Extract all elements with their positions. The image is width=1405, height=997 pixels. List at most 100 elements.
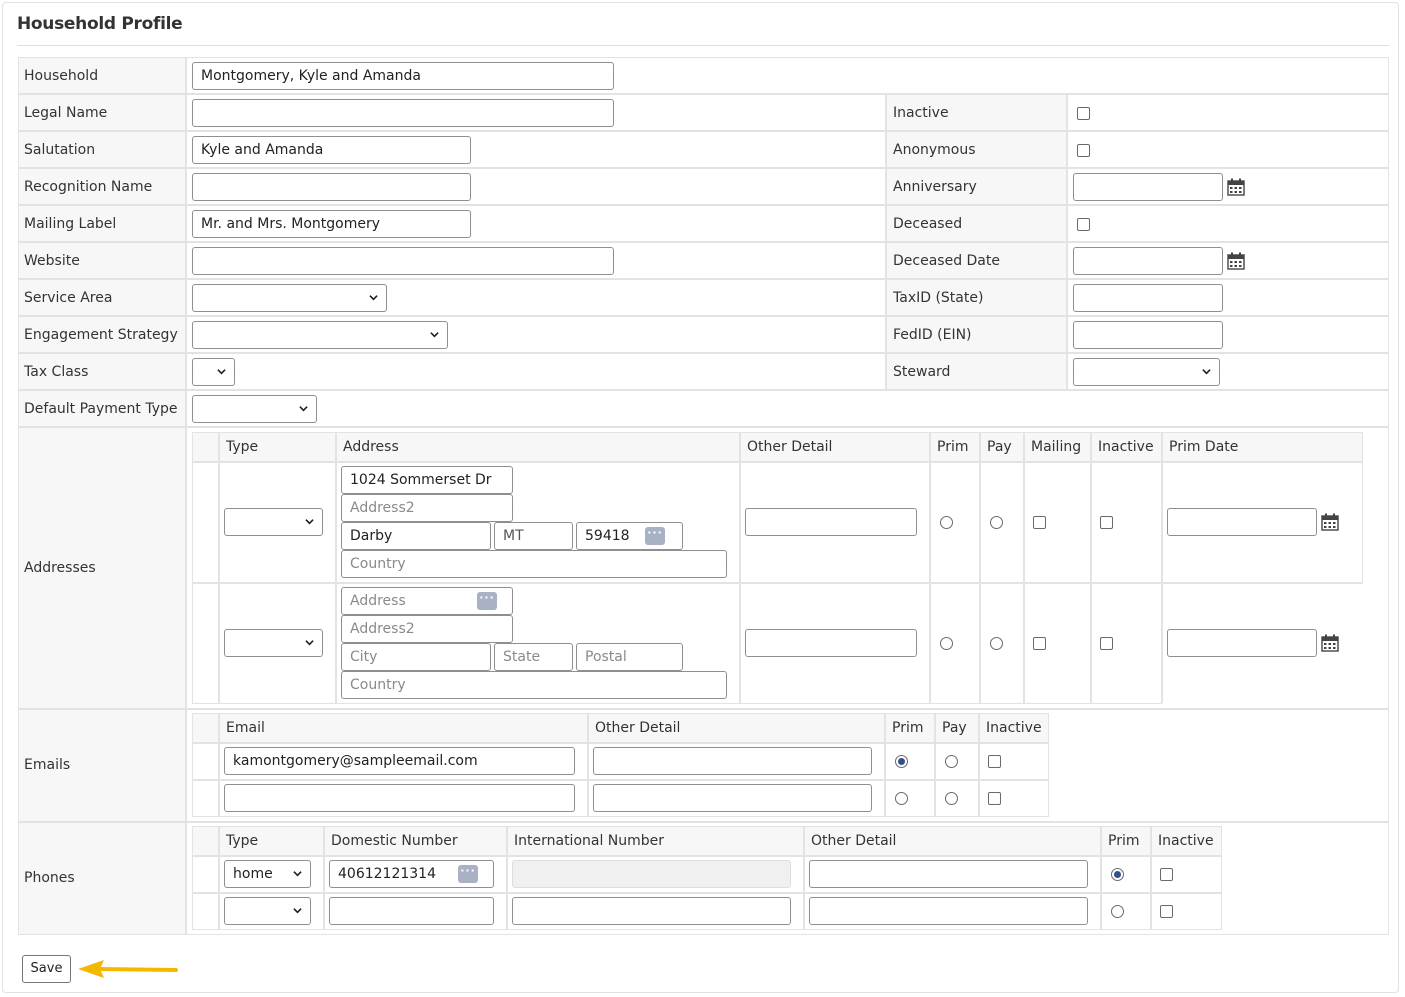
address-row-1-postal-input[interactable]: 59418 — [576, 522, 683, 550]
address-row-1-inactive-checkbox[interactable] — [1100, 516, 1113, 529]
email-row-2-other-detail-input[interactable] — [593, 784, 872, 812]
email-row-2-prim-radio[interactable] — [895, 792, 908, 805]
address-row-1-type-select[interactable] — [224, 508, 323, 536]
address-row-2-address2-input[interactable]: Address2 — [341, 615, 513, 643]
inactive-label: Inactive — [886, 94, 1067, 131]
salutation-input[interactable]: Kyle and Amanda — [192, 136, 471, 164]
address-row-2-prim-date-input[interactable] — [1167, 629, 1317, 657]
email-col-pay: Pay — [935, 713, 979, 743]
email-row-1-email-input[interactable]: kamontgomery@sampleemail.com — [224, 747, 575, 775]
address-row-2-country-input[interactable]: Country — [341, 671, 727, 699]
fedid-label: FedID (EIN) — [886, 316, 1067, 353]
default-payment-type-cell — [186, 390, 1389, 427]
phone-row-2-type-select[interactable] — [224, 897, 311, 925]
ellipsis-lookup-icon[interactable]: ··· — [645, 527, 665, 545]
email-row-1-pay-radio[interactable] — [945, 755, 958, 768]
address-row-2-city-input[interactable]: City — [341, 643, 491, 671]
deceased-date-input[interactable] — [1073, 247, 1223, 275]
steward-select[interactable] — [1073, 358, 1220, 386]
address-row-1-address2-input[interactable]: Address2 — [341, 494, 513, 522]
ellipsis-lookup-icon[interactable]: ··· — [458, 865, 478, 883]
address-row-2-prim-radio[interactable] — [940, 637, 953, 650]
taxid-state-input[interactable] — [1073, 284, 1223, 312]
service-area-label: Service Area — [18, 279, 186, 316]
email-row-2-pay-radio[interactable] — [945, 792, 958, 805]
address-row-2-state-input[interactable]: State — [494, 643, 573, 671]
annotation-arrow-icon — [78, 960, 178, 978]
address-row-2-mailing-checkbox[interactable] — [1033, 637, 1046, 650]
anniversary-input[interactable] — [1073, 173, 1223, 201]
phone-row-2-inactive-checkbox[interactable] — [1160, 905, 1173, 918]
phone-row-2-domestic-input[interactable] — [329, 897, 494, 925]
address-row-1-address1-input[interactable]: 1024 Sommerset Dr — [341, 466, 513, 494]
legal-name-input[interactable] — [192, 99, 614, 127]
anonymous-label: Anonymous — [886, 131, 1067, 168]
calendar-icon[interactable] — [1321, 513, 1339, 531]
address-row-2-postal-input[interactable]: Postal — [576, 643, 683, 671]
phone-row-2-other-detail-input[interactable] — [809, 897, 1088, 925]
email-col-email: Email — [219, 713, 588, 743]
phone-col-international: International Number — [507, 826, 804, 856]
calendar-icon[interactable] — [1227, 252, 1245, 270]
address-col-mailing: Mailing — [1024, 432, 1091, 462]
address-row-1-city-input[interactable]: Darby — [341, 522, 491, 550]
chevron-down-icon — [305, 519, 314, 525]
phone-row-1-type-select[interactable]: home — [224, 860, 311, 888]
engagement-strategy-select[interactable] — [192, 321, 448, 349]
phone-row-1-inactive-checkbox[interactable] — [1160, 868, 1173, 881]
addresses-label: Addresses — [18, 427, 186, 709]
address-col-prim-date: Prim Date — [1162, 432, 1363, 462]
fedid-input[interactable] — [1073, 321, 1223, 349]
phone-col-prim: Prim — [1101, 826, 1151, 856]
service-area-select[interactable] — [192, 284, 387, 312]
chevron-down-icon — [369, 295, 378, 301]
household-label: Household — [18, 57, 186, 94]
tax-class-select[interactable] — [192, 358, 235, 386]
email-row-1-other-detail-input[interactable] — [593, 747, 872, 775]
tax-class-cell — [186, 353, 886, 390]
default-payment-type-label: Default Payment Type — [18, 390, 186, 427]
address-row-2-inactive-checkbox[interactable] — [1100, 637, 1113, 650]
website-label: Website — [18, 242, 186, 279]
address-row-2-other-detail-input[interactable] — [745, 629, 917, 657]
address-row-1-prim-date-input[interactable] — [1167, 508, 1317, 536]
email-row-2-inactive-checkbox[interactable] — [988, 792, 1001, 805]
phone-row-1-prim-radio[interactable] — [1111, 868, 1124, 881]
phone-row-1-type-value: home — [233, 866, 273, 882]
phone-row-2-spacer — [192, 893, 219, 930]
chevron-down-icon — [299, 406, 308, 412]
website-input[interactable] — [192, 247, 614, 275]
address-row-2-pay-radio[interactable] — [990, 637, 1003, 650]
phone-row-2-international-input[interactable] — [512, 897, 791, 925]
save-button[interactable]: Save — [22, 955, 71, 983]
phone-row-2-prim-radio[interactable] — [1111, 905, 1124, 918]
address-row-1-state-input[interactable]: MT — [494, 522, 573, 550]
email-row-1-prim-cell — [885, 743, 935, 780]
anonymous-checkbox[interactable] — [1077, 144, 1090, 157]
address-row-1-other-detail-input[interactable] — [745, 508, 917, 536]
ellipsis-lookup-icon[interactable]: ··· — [477, 592, 497, 610]
recognition-name-input[interactable] — [192, 173, 471, 201]
deceased-cell — [1067, 205, 1389, 242]
address-row-1-mailing-checkbox[interactable] — [1033, 516, 1046, 529]
deceased-checkbox[interactable] — [1077, 218, 1090, 231]
salutation-label: Salutation — [18, 131, 186, 168]
email-row-1-prim-radio[interactable] — [895, 755, 908, 768]
phone-row-1-international-input[interactable] — [512, 860, 791, 888]
default-payment-type-select[interactable] — [192, 395, 317, 423]
calendar-icon[interactable] — [1321, 634, 1339, 652]
mailing-label-input[interactable]: Mr. and Mrs. Montgomery — [192, 210, 471, 238]
address-col-pay: Pay — [980, 432, 1024, 462]
phone-row-1-other-detail-input[interactable] — [809, 860, 1088, 888]
address-row-2-type-select[interactable] — [224, 629, 323, 657]
address-row-1-pay-radio[interactable] — [990, 516, 1003, 529]
calendar-icon[interactable] — [1227, 178, 1245, 196]
address-row-1-prim-radio[interactable] — [940, 516, 953, 529]
inactive-checkbox[interactable] — [1077, 107, 1090, 120]
household-input[interactable]: Montgomery, Kyle and Amanda — [192, 62, 614, 90]
email-row-1-inactive-checkbox[interactable] — [988, 755, 1001, 768]
address-row-1-country-input[interactable]: Country — [341, 550, 727, 578]
phone-row-1-prim-cell — [1101, 856, 1151, 893]
phone-col-domestic: Domestic Number — [324, 826, 507, 856]
email-row-2-email-input[interactable] — [224, 784, 575, 812]
